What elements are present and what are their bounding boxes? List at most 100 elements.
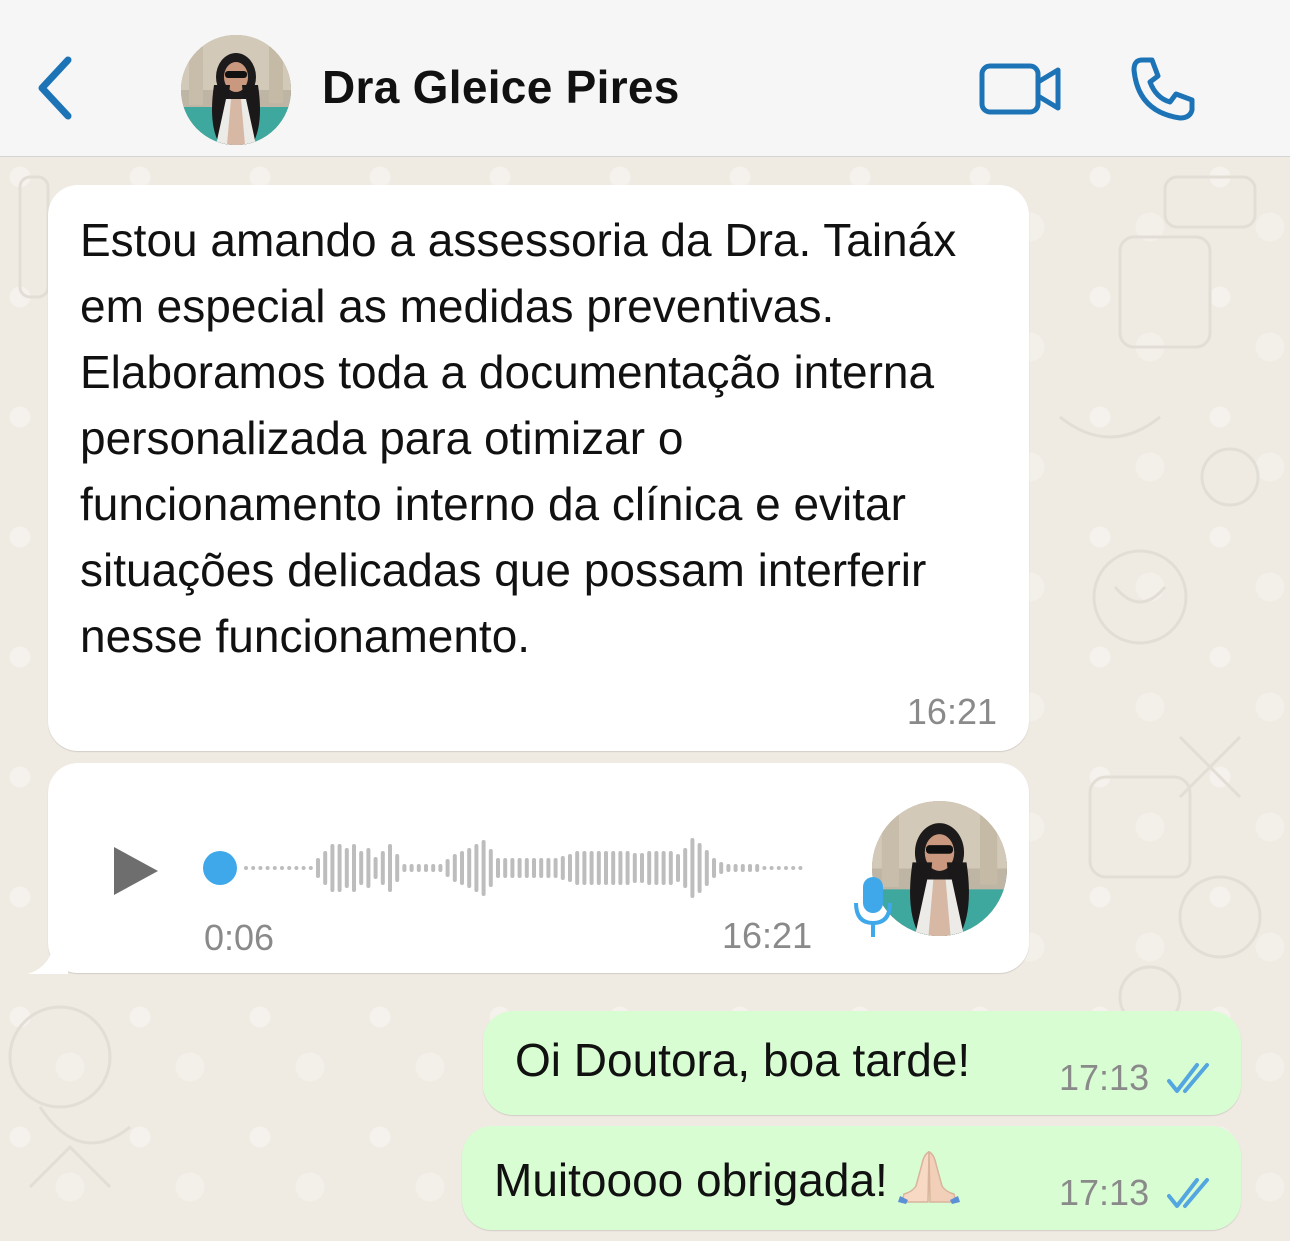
waveform-bar [373, 857, 378, 879]
waveform-bar [251, 866, 256, 870]
waveform-bar [791, 866, 796, 870]
waveform-bar [575, 851, 580, 885]
waveform-bar [294, 866, 299, 870]
waveform-bar [337, 844, 342, 892]
waveform-bar [323, 851, 328, 885]
waveform-bar [632, 853, 637, 883]
waveform-bar [496, 858, 500, 878]
waveform-bar [690, 838, 695, 898]
waveform-bar [697, 843, 702, 893]
waveform-bar [438, 864, 443, 872]
waveform-bar [424, 864, 428, 872]
waveform-bar [560, 856, 565, 880]
waveform-bar [308, 866, 313, 870]
waveform-bar [676, 854, 680, 882]
waveform-bar [654, 851, 659, 885]
video-camera-icon [979, 63, 1061, 115]
waveform-bar [366, 848, 371, 888]
waveform-bar [402, 864, 407, 872]
waveform-bar [352, 844, 356, 892]
waveform-bar [582, 851, 587, 885]
message-text: Oi Doutora, boa tarde! [515, 1034, 971, 1086]
folded-hands-emoji [897, 1150, 960, 1204]
incoming-voice-message[interactable]: 0:06 16:21 [48, 763, 1029, 973]
waveform-bar [604, 851, 608, 885]
waveform-bar [344, 848, 349, 888]
outgoing-message[interactable]: Oi Doutora, boa tarde! 17:13 [483, 1011, 1241, 1115]
waveform-bar [596, 851, 601, 885]
back-button[interactable] [32, 52, 84, 124]
waveform-bar [539, 858, 544, 878]
waveform-bar [798, 866, 803, 870]
message-text: Estou amando a assessoria da Dra. Taináx… [80, 214, 957, 662]
contact-avatar[interactable] [181, 35, 291, 145]
waveform-bar [287, 866, 292, 870]
waveform-bar [618, 851, 623, 885]
waveform-bar [719, 862, 724, 874]
waveform-bar [668, 851, 673, 885]
waveform-bar [409, 864, 414, 872]
playback-scrubber [203, 851, 237, 885]
waveform-bar [712, 858, 716, 878]
waveform-bar [258, 866, 263, 870]
message-time: 17:13 [1059, 1057, 1150, 1098]
waveform-bar [733, 864, 738, 872]
waveform-bar [380, 851, 385, 885]
waveform-bar [244, 866, 248, 870]
play-icon [114, 847, 158, 895]
chat-header: Dra Gleice Pires [0, 0, 1290, 157]
waveform-bar [452, 854, 457, 882]
waveform-bar [280, 866, 284, 870]
waveform-bar [359, 851, 364, 885]
waveform-bar [445, 859, 450, 877]
phone-icon [1131, 57, 1195, 121]
waveform-bar [301, 866, 306, 870]
waveform-bar [755, 864, 760, 872]
waveform-bar [784, 866, 788, 870]
read-receipt-icon [1167, 1178, 1209, 1208]
read-receipt-icon [1167, 1063, 1209, 1093]
message-text: Muitoooo obrigada! [494, 1154, 888, 1206]
waveform-bar [553, 858, 558, 878]
waveform-bar [330, 844, 335, 892]
incoming-message[interactable]: Estou amando a assessoria da Dra. Taináx… [48, 185, 1029, 751]
waveform-bar [388, 844, 392, 892]
waveform-bar [431, 864, 436, 872]
message-time: 16:21 [722, 915, 813, 956]
waveform-bar [510, 858, 515, 878]
outgoing-message[interactable]: Muitoooo obrigada! 17:13 [462, 1126, 1241, 1230]
waveform-bar [316, 858, 320, 878]
waveform-bar [488, 849, 493, 887]
waveform-bar [776, 866, 781, 870]
voice-call-button[interactable] [1128, 54, 1198, 124]
waveform-bar [762, 866, 767, 870]
waveform-bar [704, 850, 709, 886]
waveform-bar [640, 853, 644, 883]
voice-duration: 0:06 [204, 917, 275, 958]
waveform-bar [589, 851, 594, 885]
message-time: 17:13 [1059, 1172, 1150, 1213]
waveform-bar [460, 851, 464, 885]
waveform-bar [517, 858, 522, 878]
chevron-left-icon [38, 56, 72, 120]
waveform-bar [647, 851, 652, 885]
play-button[interactable] [110, 843, 162, 899]
waveform-bar [503, 858, 508, 878]
waveform-bar [265, 866, 270, 870]
microphone-icon [854, 877, 892, 937]
message-time: 16:21 [906, 691, 997, 732]
waveform-bar [474, 844, 479, 892]
waveform-bar [611, 851, 616, 885]
contact-name[interactable]: Dra Gleice Pires [322, 60, 680, 114]
waveform-bar [769, 866, 774, 870]
waveform-bar [740, 864, 745, 872]
waveform-bar [726, 864, 731, 872]
waveform-bar [683, 848, 688, 888]
waveform-bar [625, 851, 630, 885]
waveform-bar [395, 854, 400, 882]
waveform-bar [467, 848, 472, 888]
video-call-button[interactable] [978, 58, 1064, 120]
voice-waveform[interactable] [198, 823, 818, 913]
waveform-bar [661, 851, 666, 885]
waveform-bar [272, 866, 277, 870]
